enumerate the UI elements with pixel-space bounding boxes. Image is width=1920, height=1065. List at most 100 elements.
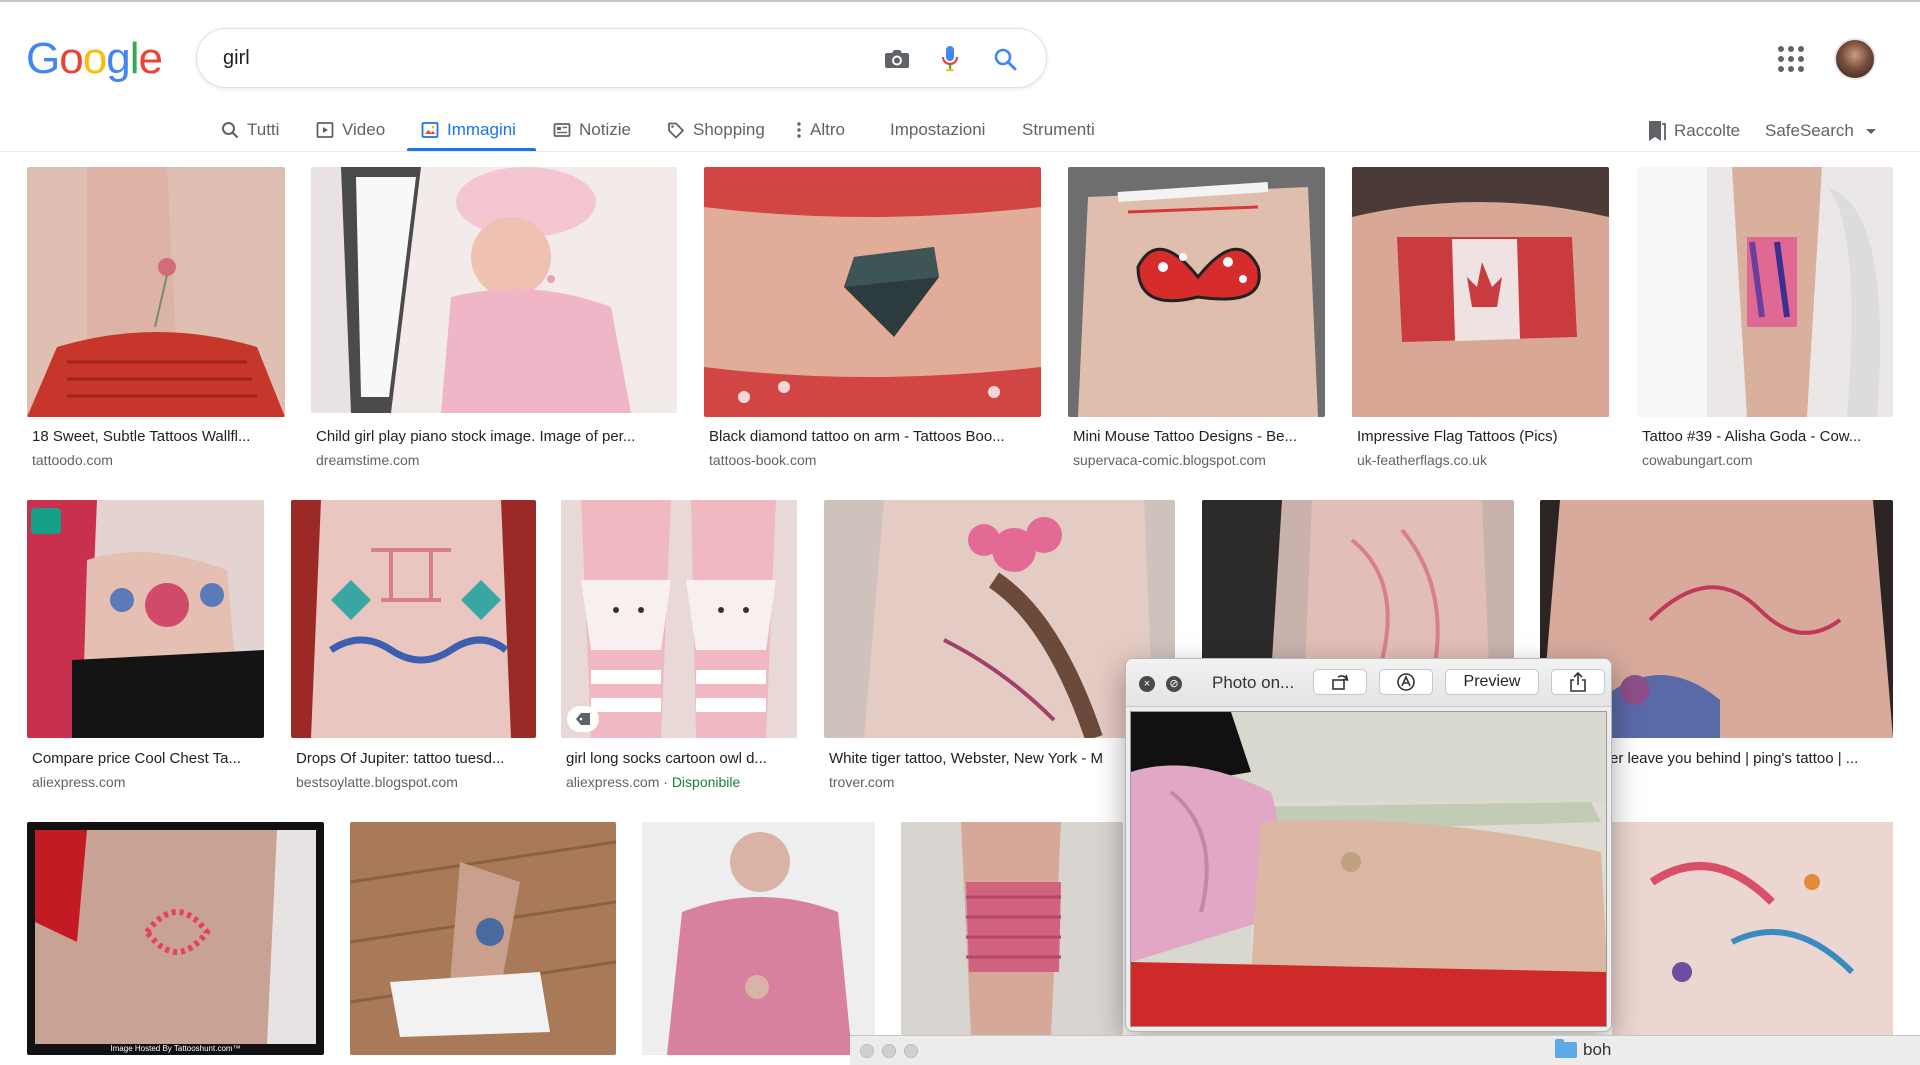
search-input[interactable] xyxy=(223,43,823,73)
image-result[interactable]: Black diamond tattoo on arm - Tattoos Bo… xyxy=(704,167,1041,472)
result-thumbnail[interactable] xyxy=(1612,822,1893,1035)
tab-settings[interactable]: Impostazioni xyxy=(890,110,985,150)
tab-label: Altro xyxy=(810,120,845,139)
close-icon[interactable]: × xyxy=(1139,676,1155,692)
result-source[interactable]: bestsoylatte.blogspot.com xyxy=(296,774,458,790)
apps-grid-icon[interactable] xyxy=(1778,46,1804,72)
window-minimize-button[interactable] xyxy=(882,1044,896,1058)
result-thumbnail[interactable] xyxy=(901,822,1123,1035)
result-caption[interactable]: Child girl play piano stock image. Image… xyxy=(316,428,676,445)
tab-label: Immagini xyxy=(447,120,516,139)
collections-label: Raccolte xyxy=(1674,121,1741,140)
result-caption[interactable]: girl long socks cartoon owl d... xyxy=(566,750,796,767)
safesearch-label: SafeSearch xyxy=(1765,121,1854,140)
window-close-button[interactable] xyxy=(860,1044,874,1058)
result-caption[interactable]: Mini Mouse Tattoo Designs - Be... xyxy=(1073,428,1324,445)
tab-label: Tutti xyxy=(247,120,280,139)
tab-images[interactable]: Immagini xyxy=(421,110,516,150)
tab-label: Shopping xyxy=(693,120,765,139)
result-thumbnail[interactable] xyxy=(27,167,285,417)
result-source[interactable]: tattoos-book.com xyxy=(709,452,816,468)
result-thumbnail[interactable] xyxy=(311,167,677,413)
share-icon[interactable] xyxy=(1551,669,1605,695)
result-caption[interactable]: White tiger tattoo, Webster, New York - … xyxy=(829,750,1129,767)
rotate-icon[interactable] xyxy=(1313,669,1367,695)
result-caption[interactable]: 18 Sweet, Subtle Tattoos Wallfl... xyxy=(32,428,284,445)
avatar[interactable] xyxy=(1834,38,1876,80)
tab-video[interactable]: Video xyxy=(316,110,385,150)
result-caption[interactable]: er leave you behind | ping's tattoo | ..… xyxy=(1610,750,1920,767)
result-caption[interactable]: Tattoo #39 - Alisha Goda - Cow... xyxy=(1642,428,1892,445)
microphone-icon[interactable] xyxy=(934,43,966,75)
result-thumbnail[interactable]: Image Hosted By Tattooshunt.com™ xyxy=(27,822,324,1055)
news-icon xyxy=(553,123,571,137)
folder-name: boh xyxy=(1583,1040,1612,1059)
result-thumbnail[interactable] xyxy=(350,822,616,1055)
google-logo[interactable]: Google xyxy=(26,34,163,84)
result-source[interactable]: supervaca-comic.blogspot.com xyxy=(1073,452,1266,468)
image-result[interactable] xyxy=(350,822,616,1057)
result-source[interactable]: aliexpress.com xyxy=(32,774,125,790)
result-thumbnail[interactable] xyxy=(824,500,1175,738)
result-source[interactable]: uk-featherflags.co.uk xyxy=(1357,452,1487,468)
image-icon xyxy=(421,122,439,138)
preview-title: Photo on... xyxy=(1212,673,1295,692)
result-thumbnail[interactable] xyxy=(642,822,875,1055)
result-thumbnail[interactable] xyxy=(704,167,1041,417)
result-source[interactable]: cowabungart.com xyxy=(1642,452,1753,468)
video-icon xyxy=(316,122,334,138)
image-result[interactable]: White tiger tattoo, Webster, New York - … xyxy=(824,500,1175,797)
result-thumbnail[interactable] xyxy=(1637,167,1893,417)
search-icon[interactable] xyxy=(989,43,1021,75)
window-top-border xyxy=(0,0,1920,2)
search-icon xyxy=(222,122,239,139)
preview-window: × ⊘ Photo on... Preview xyxy=(1125,658,1612,1032)
window-zoom-button[interactable] xyxy=(904,1044,918,1058)
image-result[interactable]: Impressive Flag Tattoos (Pics) uk-feathe… xyxy=(1352,167,1609,472)
tab-all[interactable]: Tutti xyxy=(221,110,279,150)
image-result[interactable]: Mini Mouse Tattoo Designs - Be... superv… xyxy=(1068,167,1325,472)
tab-shopping[interactable]: Shopping xyxy=(667,110,765,150)
camera-icon[interactable] xyxy=(881,43,913,75)
result-source-domain: aliexpress.com xyxy=(566,774,660,790)
tab-tools[interactable]: Strumenti xyxy=(1022,110,1095,150)
image-result[interactable]: Compare price Cool Chest Ta... aliexpres… xyxy=(27,500,264,797)
result-caption[interactable]: Drops Of Jupiter: tattoo tuesd... xyxy=(296,750,535,767)
image-result[interactable]: Image Hosted By Tattooshunt.com™ xyxy=(27,822,324,1057)
result-source[interactable]: tattoodo.com xyxy=(32,452,113,468)
image-result[interactable]: Tattoo #39 - Alisha Goda - Cow... cowabu… xyxy=(1637,167,1893,472)
image-result[interactable]: girl long socks cartoon owl d... aliexpr… xyxy=(561,500,797,797)
result-thumbnail[interactable] xyxy=(561,500,797,738)
result-thumbnail[interactable] xyxy=(27,500,264,738)
result-thumbnail[interactable] xyxy=(291,500,536,738)
result-watermark: Image Hosted By Tattooshunt.com™ xyxy=(110,1044,241,1053)
image-result[interactable] xyxy=(901,822,1123,1035)
result-thumbnail[interactable] xyxy=(1352,167,1609,417)
result-source[interactable]: dreamstime.com xyxy=(316,452,419,468)
logo-letter: e xyxy=(138,34,163,83)
tab-news[interactable]: Notizie xyxy=(553,110,631,150)
markup-icon[interactable] xyxy=(1379,669,1433,695)
fullscreen-icon[interactable]: ⊘ xyxy=(1166,676,1182,692)
result-source[interactable]: trover.com xyxy=(829,774,894,790)
image-result[interactable]: 18 Sweet, Subtle Tattoos Wallfl... tatto… xyxy=(27,167,285,472)
logo-letter: o xyxy=(82,34,108,83)
image-result[interactable] xyxy=(642,822,875,1057)
open-preview-button[interactable]: Preview xyxy=(1445,669,1539,695)
image-result[interactable] xyxy=(1612,822,1893,1035)
safesearch-button[interactable]: SafeSearch xyxy=(1765,111,1876,151)
result-source[interactable]: aliexpress.com · Disponibile xyxy=(566,774,740,790)
collections-button[interactable]: Raccolte xyxy=(1648,111,1740,151)
tab-more[interactable]: Altro xyxy=(796,110,845,150)
price-tag-icon xyxy=(567,706,599,732)
result-caption[interactable]: Impressive Flag Tattoos (Pics) xyxy=(1357,428,1608,445)
tag-icon xyxy=(668,122,684,139)
result-caption[interactable]: Compare price Cool Chest Ta... xyxy=(32,750,263,767)
result-thumbnail[interactable] xyxy=(1068,167,1325,417)
result-caption[interactable]: Black diamond tattoo on arm - Tattoos Bo… xyxy=(709,428,1040,445)
bookmark-icon xyxy=(1649,121,1666,141)
image-result[interactable]: Child girl play piano stock image. Image… xyxy=(311,167,677,472)
finder-folder[interactable]: boh xyxy=(1555,1039,1612,1060)
search-box xyxy=(196,28,1047,88)
image-result[interactable]: Drops Of Jupiter: tattoo tuesd... bestso… xyxy=(291,500,536,797)
